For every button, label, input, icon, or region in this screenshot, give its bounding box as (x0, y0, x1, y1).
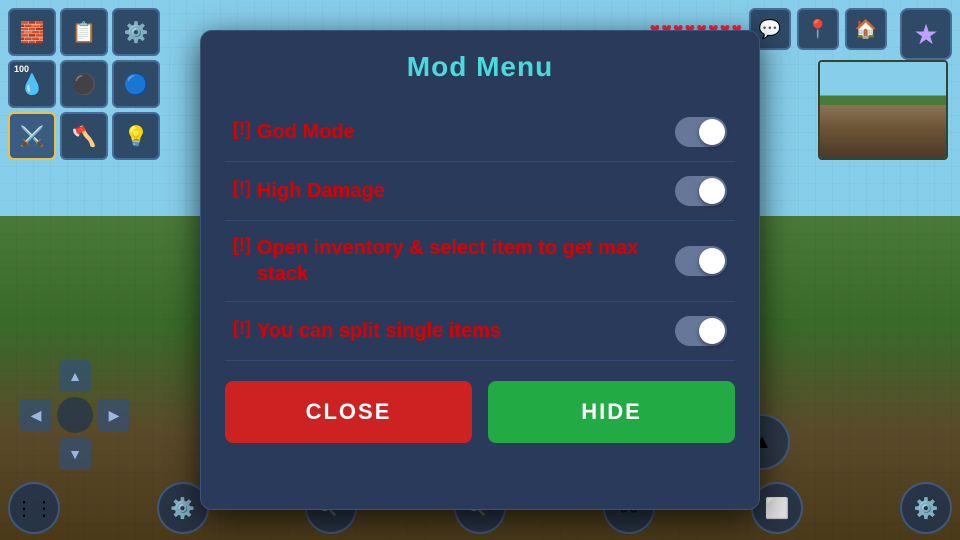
close-button[interactable]: CLOSE (225, 381, 472, 443)
modal-overlay: Mod Menu [!] God Mode [!] High Damage (0, 0, 960, 540)
mod-badge-split-items: [!] (233, 318, 251, 339)
mod-text-high-damage: High Damage (257, 178, 385, 204)
toggle-god-mode[interactable] (675, 117, 727, 147)
mod-item-high-damage: [!] High Damage (225, 162, 735, 221)
mod-item-god-mode: [!] God Mode (225, 103, 735, 162)
mod-label-max-stack: [!] Open inventory & select item to get … (233, 235, 659, 287)
mod-label-split-items: [!] You can split single items (233, 318, 659, 344)
mod-text-max-stack: Open inventory & select item to get max … (257, 235, 659, 287)
mod-label-high-damage: [!] High Damage (233, 178, 659, 204)
mod-item-split-items: [!] You can split single items (225, 302, 735, 361)
toggle-max-stack[interactable] (675, 246, 727, 276)
modal-title: Mod Menu (225, 51, 735, 83)
mod-text-god-mode: God Mode (257, 119, 355, 145)
toggle-split-items[interactable] (675, 316, 727, 346)
mod-label-god-mode: [!] God Mode (233, 119, 659, 145)
modal-actions: CLOSE HIDE (225, 381, 735, 443)
mod-badge-high-damage: [!] (233, 178, 251, 199)
mod-text-split-items: You can split single items (257, 318, 501, 344)
mod-badge-god-mode: [!] (233, 119, 251, 140)
mod-menu-modal: Mod Menu [!] God Mode [!] High Damage (200, 30, 760, 510)
mod-item-max-stack: [!] Open inventory & select item to get … (225, 221, 735, 302)
toggle-knob-high-damage (699, 178, 725, 204)
toggle-knob-split-items (699, 318, 725, 344)
toggle-high-damage[interactable] (675, 176, 727, 206)
mod-badge-max-stack: [!] (233, 235, 251, 256)
toggle-knob-god-mode (699, 119, 725, 145)
toggle-knob-max-stack (699, 248, 725, 274)
hide-button[interactable]: HIDE (488, 381, 735, 443)
